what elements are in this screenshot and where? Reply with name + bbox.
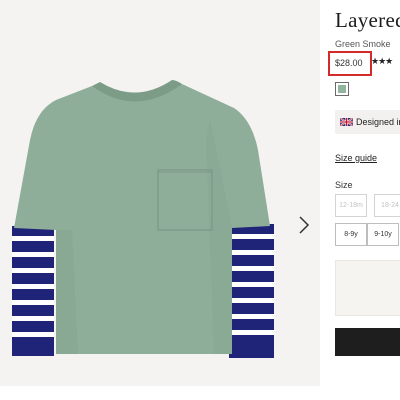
product-price: $28.00 [335,58,363,68]
next-image-arrow-icon[interactable] [296,214,312,236]
swatch-fill [338,85,346,93]
left-striped-sleeve [12,226,54,356]
size-label: Size [335,180,353,190]
size-option-18-24m[interactable]: 18-24 [374,194,400,217]
size-option-8-9y[interactable]: 8-9y [335,223,367,246]
colour-swatch-green-smoke[interactable] [335,82,349,96]
product-image [12,80,274,358]
quantity-panel[interactable] [335,260,400,316]
colour-name: Green Smoke [335,39,391,49]
designed-in-banner: Designed in [335,110,400,134]
right-striped-sleeve [229,224,274,358]
product-title: Layered [335,8,400,32]
size-option-12-18m[interactable]: 12-18m [335,194,367,217]
product-image-gallery [0,0,320,386]
rating-stars[interactable]: ★★★ [371,56,393,67]
product-details-panel: Layered Green Smoke $28.00 ★★★ Designed … [320,0,400,400]
designed-in-text: Designed in [356,117,400,127]
size-guide-link[interactable]: Size guide [335,153,377,163]
add-to-bag-button[interactable] [335,328,400,356]
size-option-9-10y[interactable]: 9-10y [367,223,399,246]
uk-flag-icon [340,118,353,126]
